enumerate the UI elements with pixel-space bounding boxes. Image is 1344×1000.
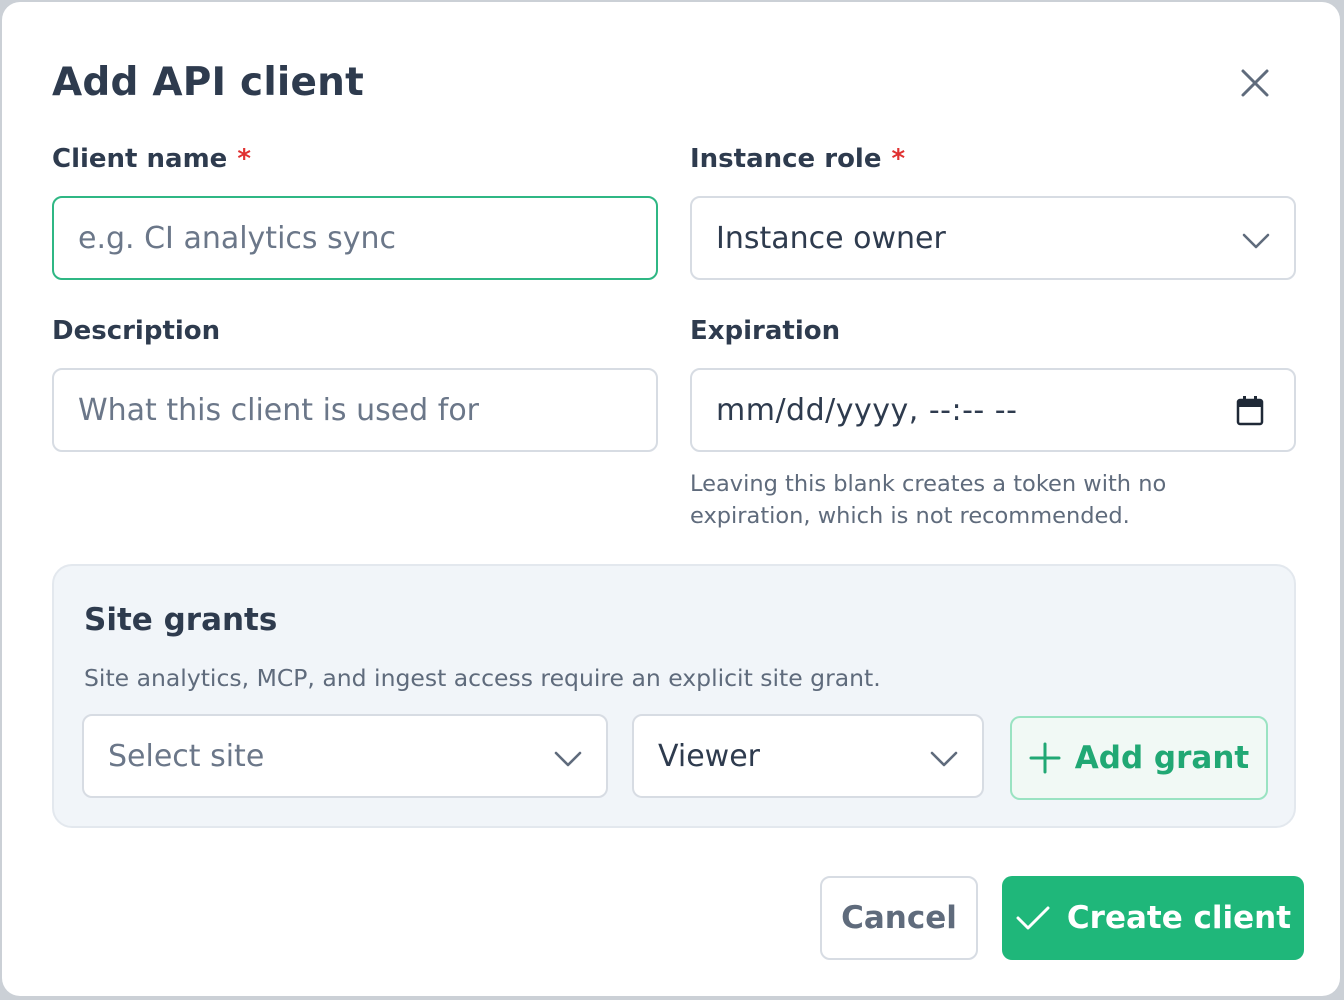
check-icon	[1016, 906, 1050, 930]
create-client-label: Create client	[1066, 900, 1292, 936]
cancel-button[interactable]: Cancel	[820, 876, 978, 960]
expiration-label: Expiration	[690, 316, 841, 346]
required-mark: *	[237, 144, 251, 174]
expiration-help-text: Leaving this blank creates a token with …	[690, 471, 1167, 529]
description-label: Description	[52, 316, 221, 346]
add-grant-label: Add grant	[1074, 740, 1250, 776]
close-button[interactable]	[1232, 60, 1278, 106]
grant-role-value: Viewer	[658, 738, 760, 774]
client-name-placeholder: e.g. CI analytics sync	[78, 220, 396, 256]
grant-role-select[interactable]: Viewer	[632, 714, 984, 798]
add-grant-button[interactable]: Add grant	[1010, 716, 1268, 800]
site-grants-title: Site grants	[84, 602, 278, 638]
cancel-label: Cancel	[841, 900, 957, 936]
site-grants-panel: Site grants Site analytics, MCP, and ing…	[52, 564, 1296, 828]
instance-role-value: Instance owner	[716, 220, 946, 256]
dialog-title: Add API client	[52, 60, 364, 105]
description-input[interactable]: What this client is used for	[52, 368, 658, 452]
chevron-down-icon	[930, 751, 958, 767]
plus-icon	[1029, 742, 1061, 774]
site-select-placeholder: Select site	[108, 738, 265, 774]
calendar-icon[interactable]	[1236, 396, 1264, 426]
client-name-label: Client name *	[52, 144, 251, 174]
instance-role-select[interactable]: Instance owner	[690, 196, 1296, 280]
expiration-datetime-input[interactable]: mm/dd/yyyy, --:-- --	[690, 368, 1296, 452]
add-api-client-dialog: Add API client Client name * e.g. CI anal…	[2, 2, 1340, 996]
instance-role-label: Instance role *	[690, 144, 906, 174]
chevron-down-icon	[1242, 233, 1270, 249]
chevron-down-icon	[554, 751, 582, 767]
expiration-placeholder: mm/dd/yyyy, --:-- --	[716, 392, 1018, 428]
site-grants-subtitle: Site analytics, MCP, and ingest access r…	[84, 664, 881, 692]
client-name-input[interactable]: e.g. CI analytics sync	[52, 196, 658, 280]
required-mark: *	[891, 144, 906, 174]
description-placeholder: What this client is used for	[78, 392, 480, 428]
site-select[interactable]: Select site	[82, 714, 608, 798]
create-client-button[interactable]: Create client	[1002, 876, 1304, 960]
close-icon	[1241, 69, 1269, 97]
